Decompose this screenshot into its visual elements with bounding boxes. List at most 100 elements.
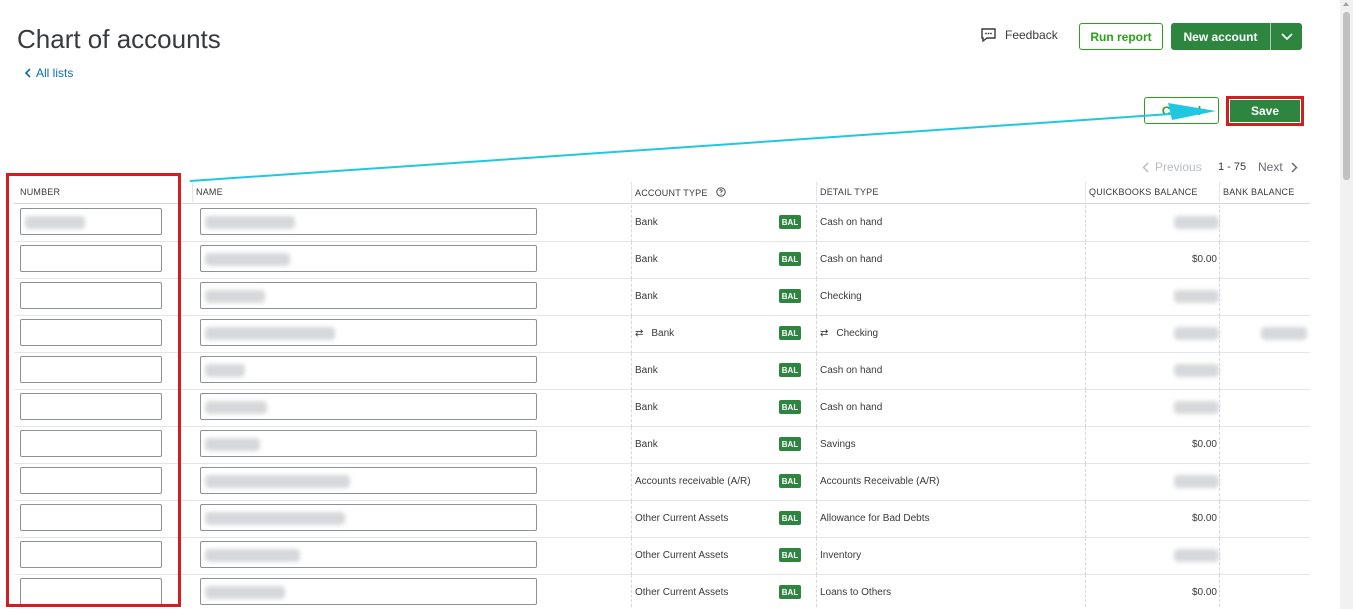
new-account-button[interactable]: New account <box>1171 23 1270 50</box>
column-divider <box>1085 205 1086 242</box>
table-row: Bank BAL Checking <box>14 279 1310 316</box>
redacted-balance <box>1174 401 1219 414</box>
account-type-text: Bank <box>635 402 658 413</box>
account-type-cell: Bank <box>635 439 658 450</box>
detail-type-cell: ⇄ Checking <box>820 328 878 339</box>
table-row: Bank BAL Cash on hand <box>14 353 1310 390</box>
balance-sheet-badge: BAL <box>779 511 801 525</box>
account-name-input[interactable] <box>200 245 537 272</box>
save-button[interactable]: Save <box>1230 100 1300 122</box>
column-bank-balance[interactable]: BANK BALANCE <box>1223 187 1294 197</box>
detail-type-text: Cash on hand <box>820 402 883 413</box>
redacted-value <box>205 401 267 414</box>
account-type-text: Other Current Assets <box>635 513 729 524</box>
account-name-input[interactable] <box>200 393 537 420</box>
quickbooks-balance-cell: $0.00 <box>1191 439 1217 450</box>
account-name-input[interactable] <box>200 319 537 346</box>
detail-type-cell: Cash on hand <box>820 402 882 413</box>
column-divider <box>1219 242 1220 279</box>
account-type-text: Bank <box>635 254 658 265</box>
account-name-input[interactable] <box>200 578 537 605</box>
column-divider <box>1085 182 1086 202</box>
account-type-text: Other Current Assets <box>635 587 729 598</box>
column-divider <box>816 464 817 501</box>
column-divider <box>631 390 632 427</box>
redacted-value <box>205 364 245 377</box>
pagination-next[interactable]: Next <box>1258 160 1298 174</box>
detail-type-cell: Cash on hand <box>820 365 882 376</box>
table-row: Bank BAL Cash on hand $0.00 <box>14 242 1310 279</box>
pagination-previous: Previous <box>1142 160 1202 174</box>
run-report-button[interactable]: Run report <box>1079 23 1163 50</box>
help-icon[interactable] <box>716 187 726 197</box>
column-divider <box>631 501 632 538</box>
column-divider <box>1085 538 1086 575</box>
column-divider <box>1219 390 1220 427</box>
column-detail-type[interactable]: DETAIL TYPE <box>820 187 879 197</box>
column-divider <box>1085 390 1086 427</box>
balance-sheet-badge: BAL <box>779 252 801 266</box>
account-type-text: Bank <box>635 439 658 450</box>
detail-type-text: Allowance for Bad Debts <box>820 513 930 524</box>
account-name-input[interactable] <box>200 282 537 309</box>
detail-type-cell: Checking <box>820 291 862 302</box>
balance-sheet-badge: BAL <box>779 474 801 488</box>
redacted-value <box>205 290 265 303</box>
cancel-button[interactable]: Cancel <box>1144 97 1219 124</box>
detail-type-text: Checking <box>836 328 879 339</box>
column-divider <box>816 501 817 538</box>
redacted-value <box>205 438 260 451</box>
redacted-balance <box>1174 475 1219 488</box>
chevron-left-icon <box>24 68 31 78</box>
bank-connection-icon: ⇄ <box>820 328 829 339</box>
column-quickbooks-balance[interactable]: QUICKBOOKS BALANCE <box>1089 187 1198 197</box>
column-divider <box>1219 279 1220 316</box>
next-label: Next <box>1258 160 1283 174</box>
column-divider <box>1085 242 1086 279</box>
column-divider <box>816 427 817 464</box>
redacted-value <box>205 512 345 525</box>
column-divider <box>1085 464 1086 501</box>
account-type-cell: Other Current Assets <box>635 550 728 561</box>
column-divider <box>1219 353 1220 390</box>
scroll-up-arrow-icon[interactable] <box>1343 2 1349 6</box>
scroll-thumb[interactable] <box>1343 12 1350 180</box>
account-name-input[interactable] <box>200 356 537 383</box>
column-divider <box>816 575 817 609</box>
chart-of-accounts-page: Chart of accounts All lists Feedback Run… <box>0 0 1353 609</box>
detail-type-cell: Accounts Receivable (A/R) <box>820 476 940 487</box>
account-type-cell: Bank <box>635 291 658 302</box>
detail-type-text: Cash on hand <box>820 254 883 265</box>
table-row: Bank BAL Cash on hand <box>14 390 1310 427</box>
redacted-value <box>205 549 300 562</box>
account-name-input[interactable] <box>200 208 537 235</box>
column-divider <box>1219 538 1220 575</box>
all-lists-label: All lists <box>36 66 74 80</box>
column-divider <box>631 242 632 279</box>
account-type-cell: Bank <box>635 402 658 413</box>
account-name-input[interactable] <box>200 430 537 457</box>
redacted-balance <box>1174 290 1219 303</box>
column-divider <box>816 353 817 390</box>
table-row: Accounts receivable (A/R) BAL Accounts Rec… <box>14 464 1310 501</box>
account-name-input[interactable] <box>200 504 537 531</box>
redacted-value <box>205 475 350 488</box>
account-name-input[interactable] <box>200 467 537 494</box>
account-name-input[interactable] <box>200 541 537 568</box>
balance-sheet-badge: BAL <box>779 289 801 303</box>
new-account-dropdown-button[interactable] <box>1270 23 1302 50</box>
quickbooks-balance-cell: $0.00 <box>1191 513 1217 524</box>
account-type-text: Accounts receivable (A/R) <box>635 476 751 487</box>
column-divider <box>816 182 817 202</box>
all-lists-link[interactable]: All lists <box>24 66 73 80</box>
column-name[interactable]: NAME <box>196 187 223 197</box>
column-divider <box>1219 427 1220 464</box>
detail-type-cell: Savings <box>820 439 856 450</box>
page-title: Chart of accounts <box>17 24 221 54</box>
vertical-scrollbar[interactable] <box>1340 0 1353 609</box>
column-divider <box>1219 575 1220 609</box>
column-divider <box>1085 501 1086 538</box>
feedback-button[interactable]: Feedback <box>980 27 1058 43</box>
column-account-type[interactable]: ACCOUNT TYPE <box>635 187 726 198</box>
column-divider <box>631 316 632 353</box>
